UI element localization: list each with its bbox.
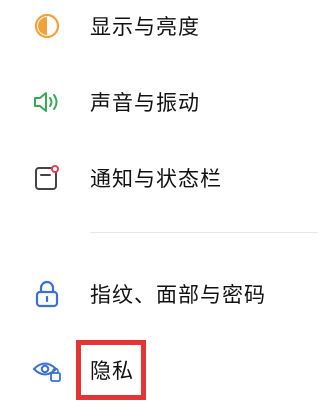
- sound-vibration-icon: [32, 87, 62, 117]
- privacy-highlight-box: [76, 340, 146, 400]
- lock-icon: [32, 279, 62, 309]
- settings-item-notification-statusbar[interactable]: 通知与状态栏: [0, 148, 318, 208]
- settings-item-label: 声音与振动: [90, 91, 200, 115]
- settings-item-label: 通知与状态栏: [90, 167, 222, 191]
- settings-item-label: 指纹、面部与密码: [90, 283, 266, 307]
- settings-item-sound-vibration[interactable]: 声音与振动: [0, 72, 318, 132]
- display-brightness-icon: [32, 11, 62, 41]
- settings-item-display-brightness[interactable]: 显示与亮度: [0, 0, 318, 56]
- notification-statusbar-icon: [32, 163, 62, 193]
- section-divider: [90, 232, 318, 233]
- settings-item-label: 显示与亮度: [90, 15, 200, 39]
- settings-list: 显示与亮度 声音与振动 通知与状态栏 指纹、面部与密码 隐私: [0, 0, 318, 420]
- settings-item-fingerprint-face-password[interactable]: 指纹、面部与密码: [0, 264, 318, 324]
- privacy-eye-icon: [32, 355, 62, 385]
- settings-item-privacy[interactable]: 隐私: [0, 340, 318, 400]
